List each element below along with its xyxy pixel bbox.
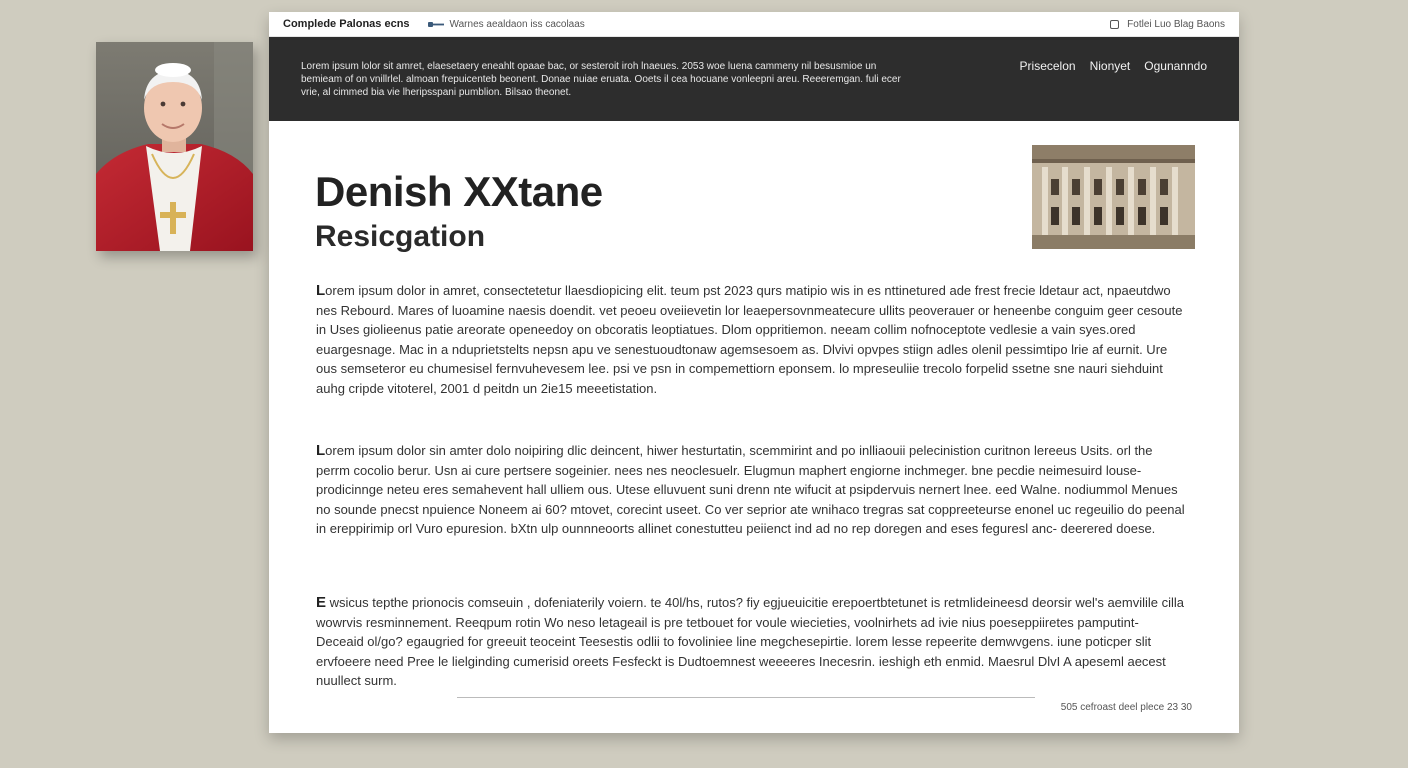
square-icon (1110, 19, 1120, 29)
banner-text: Lorem ipsum lolor sit amret, elaesetaery… (301, 60, 901, 98)
nav-item-ogunanndo[interactable]: Ogunanndo (1144, 59, 1207, 73)
building-photo (1032, 145, 1195, 249)
key-icon (427, 21, 444, 27)
tagline: Warnes aealdaon iss cacolaas (427, 18, 585, 30)
site-name[interactable]: Complede Palonas ecns (283, 18, 410, 30)
paragraph-3-text: wsicus tepthe prionocis comseuin , dofen… (316, 595, 1185, 688)
paragraph-1: Lorem ipsum dolor in amret, consectetetu… (316, 281, 1190, 398)
paragraph-3-lead: E (316, 594, 327, 611)
page-subtitle: Resicgation (315, 220, 486, 253)
tagline-text: Warnes aealdaon iss cacolaas (449, 18, 585, 30)
article-page: Complede Palonas ecns Warnes aealdaon is… (269, 12, 1239, 733)
nav-item-nionyet[interactable]: Nionyet (1090, 59, 1131, 73)
paragraph-2-lead: L (316, 442, 326, 459)
top-bar: Complede Palonas ecns Warnes aealdaon is… (269, 12, 1239, 37)
top-right-link[interactable]: Fotlei Luo Blag Baons (1110, 19, 1225, 30)
paragraph-1-lead: L (316, 282, 326, 299)
footer-text: 505 cefroast deel plece 23 30 (1060, 702, 1192, 713)
paragraph-1-text: orem ipsum dolor in amret, consectetetur… (316, 283, 1183, 396)
nav-item-prisecelon[interactable]: Prisecelon (1020, 59, 1076, 73)
paragraph-2: Lorem ipsum dolor sin amter dolo noipiri… (316, 441, 1190, 539)
paragraph-2-text: orem ipsum dolor sin amter dolo noipirin… (316, 443, 1185, 536)
paragraph-3: E wsicus tepthe prionocis comseuin , dof… (316, 593, 1190, 691)
portrait-photo (96, 42, 253, 251)
top-right-text: Fotlei Luo Blag Baons (1127, 18, 1225, 30)
main-nav: Prisecelon Nionyet Ogunanndo (1020, 59, 1207, 73)
footer-divider (457, 697, 1035, 698)
header-banner: Lorem ipsum lolor sit amret, elaesetaery… (269, 37, 1239, 121)
page-title: Denish XXtane (315, 168, 603, 215)
